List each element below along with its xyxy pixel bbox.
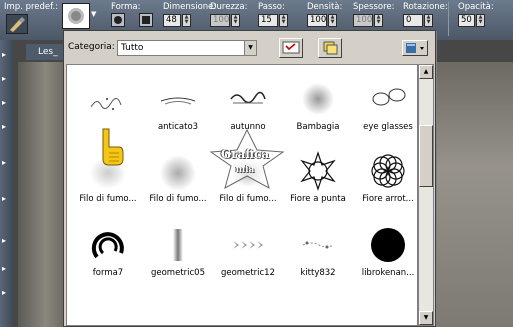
brush-grid-scrollbar[interactable]: ▲ ▼ <box>418 64 434 326</box>
brush-grid: anticato3 autunno Bambagia eye glasses F… <box>66 64 418 326</box>
rotation-label: Rotazione: <box>403 2 448 12</box>
brush-label: Fiore arrot... <box>362 194 414 204</box>
brush-label: librokenan... <box>361 268 415 278</box>
chevrons-brush-icon <box>233 241 263 249</box>
brush-tool-icon[interactable] <box>6 14 28 34</box>
size-label: Dimensione: <box>163 2 217 12</box>
watermark-text: Grafica <box>220 147 270 161</box>
autumn-brush-icon <box>230 91 266 104</box>
round-shape-button[interactable] <box>111 13 125 27</box>
preset-label: Imp. predef.: <box>4 2 59 12</box>
brush-preset-thumbnail[interactable] <box>62 3 90 29</box>
black-blob-brush-icon <box>371 228 405 262</box>
tool-expand-icon[interactable]: ▸ <box>2 122 11 131</box>
pointed-flower-brush-icon <box>300 151 336 191</box>
opacity-label: Opacità: <box>458 2 494 12</box>
density-label: Densità: <box>307 2 343 12</box>
round-flower-brush-icon <box>371 154 405 188</box>
tool-expand-icon[interactable]: ▸ <box>2 74 11 83</box>
thickness-spin[interactable]: ▲ ▼ <box>374 14 383 27</box>
brush-label: forma7 <box>92 268 124 278</box>
canvas-image-right <box>434 62 513 327</box>
swirl-brush-icon <box>91 232 124 259</box>
size-spin[interactable]: ▲ ▼ <box>182 14 191 27</box>
step-spin[interactable]: ▲ ▼ <box>279 14 288 27</box>
tool-expand-icon[interactable]: ▸ <box>2 194 11 203</box>
hardness-label: Durezza: <box>210 2 248 12</box>
rotation-field[interactable]: 0 <box>403 14 423 27</box>
brush-item[interactable]: librokenan... <box>353 215 417 287</box>
brush-item[interactable]: Fiore a punta <box>283 141 353 213</box>
square-shape-button[interactable] <box>139 13 153 27</box>
thickness-label: Spessore: <box>353 2 395 12</box>
step-field[interactable]: 15 <box>258 14 278 27</box>
brush-options-button[interactable] <box>279 38 303 58</box>
category-value: Tutto <box>121 43 144 53</box>
density-field[interactable]: 100 <box>307 14 327 27</box>
left-tool-strip: ▸ ▸ ▸ ▸ ▸ ▸ ▸ ▸ ▸ <box>0 40 13 327</box>
brush-item[interactable]: anticato3 <box>143 69 213 141</box>
tool-expand-icon[interactable]: ▸ <box>2 158 11 167</box>
watermark-text: mia <box>235 165 255 175</box>
scroll-down-icon[interactable]: ▼ <box>419 311 433 325</box>
shape-label: Forma: <box>111 2 141 12</box>
brush-label: Fiore a punta <box>290 194 346 204</box>
eyeglasses-brush-icon <box>372 88 406 106</box>
thickness-field[interactable]: 100 <box>353 14 373 27</box>
brush-item[interactable]: forma7 <box>73 215 143 287</box>
step-label: Passo: <box>258 2 285 12</box>
cotton-brush-icon <box>302 83 334 115</box>
size-field[interactable]: 48 <box>163 14 181 27</box>
size2-spin[interactable]: ▲ ▼ <box>231 14 240 27</box>
brush-item[interactable]: Filo di fumo... <box>143 141 213 213</box>
brush-item[interactable]: eye glasses <box>353 69 417 141</box>
brush-label: Filo di fumo... <box>149 194 207 204</box>
scroll-thumb[interactable] <box>419 125 433 187</box>
brush-label: geometric12 <box>220 268 275 278</box>
rotation-spin[interactable]: ▲ ▼ <box>424 14 433 27</box>
brush-item[interactable]: Fiore arrot... <box>353 141 417 213</box>
brush-label: anticato3 <box>157 122 199 132</box>
scribble-brush-icon <box>90 98 122 110</box>
pointing-hand-icon <box>99 125 125 178</box>
brush-label: Filo di fumo... <box>219 194 277 204</box>
size2-field[interactable]: 100 <box>210 14 230 27</box>
canvas-image-left <box>18 62 64 327</box>
brush-label: eye glasses <box>363 122 413 132</box>
category-label: Categoria: <box>68 42 115 52</box>
copy-brush-button[interactable] <box>318 38 342 58</box>
tool-expand-icon[interactable]: ▸ <box>2 264 11 273</box>
kitty-brush-icon <box>302 241 334 249</box>
document-tab[interactable]: Les_ <box>26 44 66 60</box>
category-select[interactable]: Tutto ▼ <box>117 40 257 56</box>
tool-expand-icon[interactable]: ▸ <box>2 288 11 297</box>
preset-dropdown-arrow-icon[interactable]: ▼ <box>91 10 96 18</box>
tool-expand-icon[interactable]: ▸ <box>2 236 11 245</box>
tool-expand-icon[interactable]: ▸ <box>2 50 11 59</box>
brush-item[interactable]: geometric05 <box>143 215 213 287</box>
opacity-field[interactable]: 50 <box>458 14 475 27</box>
brush-item[interactable]: geometric12 <box>213 215 283 287</box>
chevron-down-icon[interactable]: ▼ <box>244 41 256 55</box>
tool-expand-icon[interactable]: ▸ <box>2 98 11 107</box>
gradient-bar-brush-icon <box>173 229 183 261</box>
brush-label: kitty832 <box>300 268 336 278</box>
opacity-spin[interactable]: ▲ ▼ <box>476 14 485 27</box>
brush-label: Bambagia <box>296 122 340 132</box>
density-spin[interactable]: ▲ ▼ <box>328 14 337 27</box>
scroll-up-icon[interactable]: ▲ <box>419 65 433 79</box>
view-options-button[interactable] <box>402 40 428 56</box>
brush-label: Filo di fumo... <box>79 194 137 204</box>
toolbar-separator <box>448 2 449 36</box>
brush-item[interactable]: kitty832 <box>283 215 353 287</box>
smoke-brush-icon <box>160 155 196 191</box>
brush-item[interactable]: Bambagia <box>283 69 353 141</box>
antique-brush-icon <box>160 97 196 105</box>
brush-label: geometric05 <box>150 268 205 278</box>
